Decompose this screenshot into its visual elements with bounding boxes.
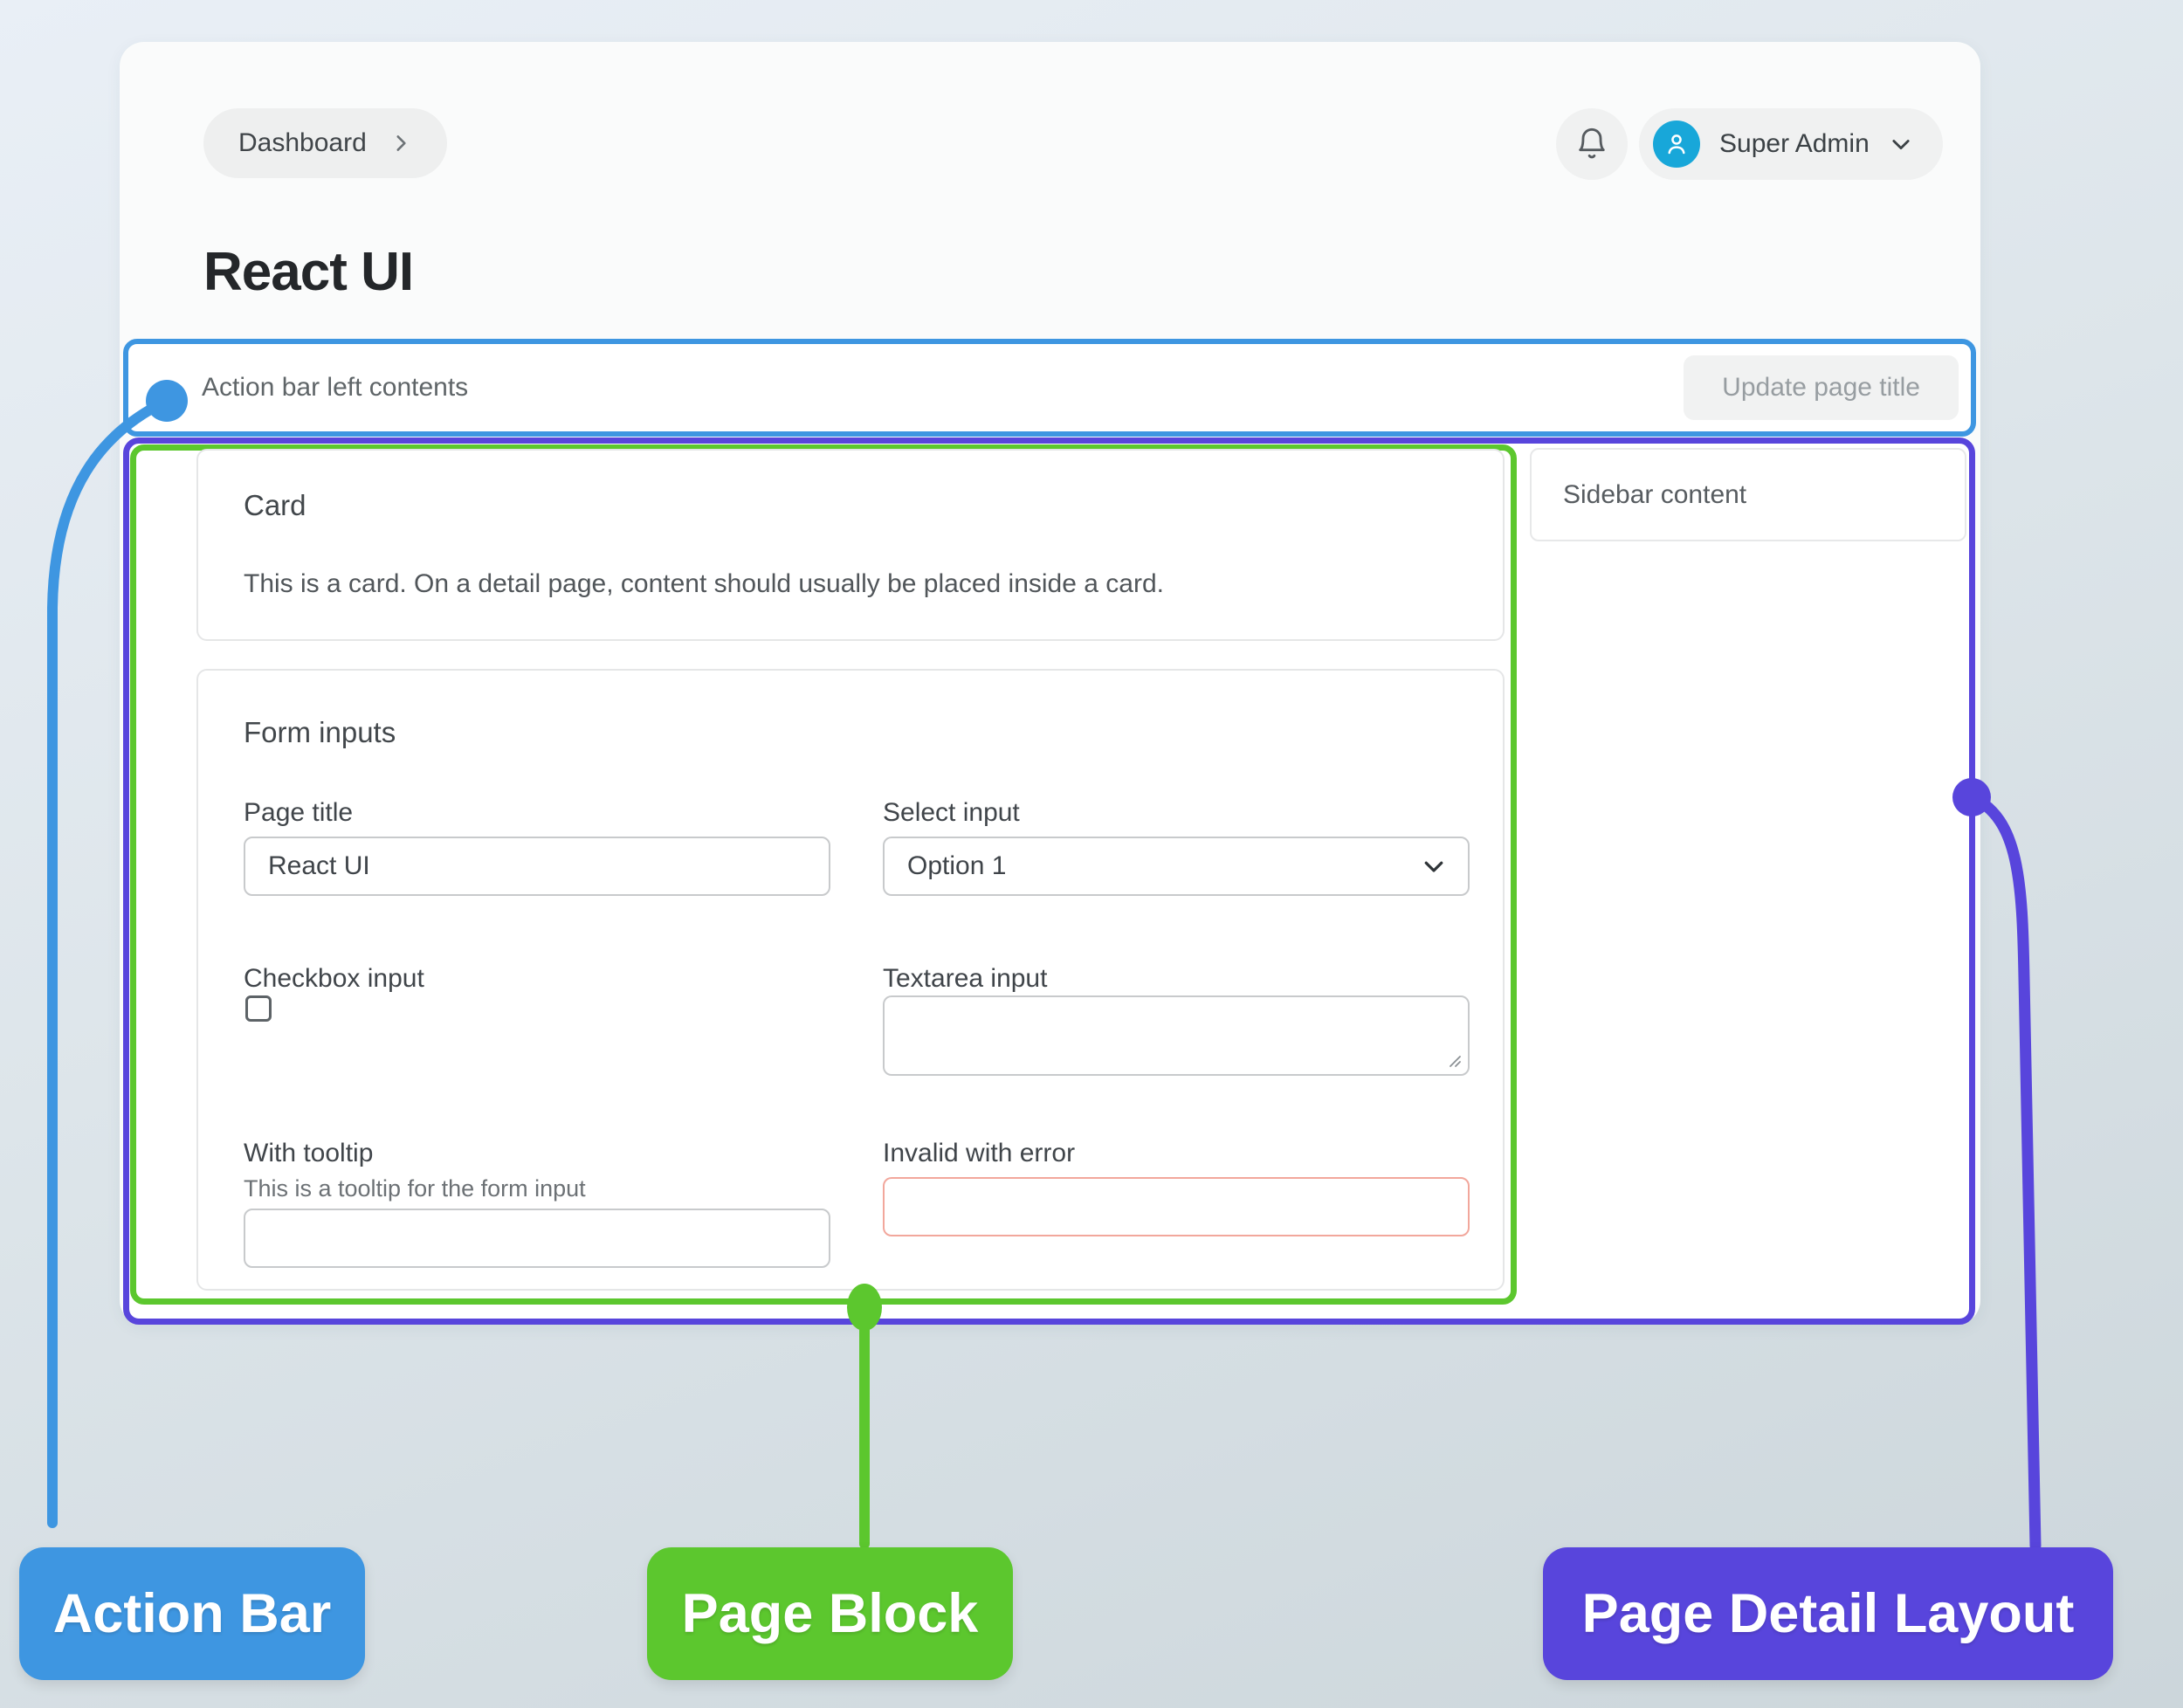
breadcrumb-item-label: Dashboard [238, 128, 367, 158]
card-title: Card [244, 489, 306, 522]
update-page-title-button[interactable]: Update page title [1684, 355, 1959, 420]
action-bar: Action bar left contents Update page tit… [123, 339, 1976, 437]
annotation-label-page-detail-layout: Page Detail Layout [1543, 1547, 2113, 1680]
card: Card This is a card. On a detail page, c… [196, 449, 1505, 641]
tooltip-field-input[interactable] [244, 1209, 830, 1268]
user-menu[interactable]: Super Admin [1639, 108, 1943, 180]
form-inputs-card: Form inputs Page title Select input Opti… [196, 669, 1505, 1291]
textarea-field-label: Textarea input [883, 964, 1047, 994]
page-title-field-label: Page title [244, 798, 353, 828]
select-input[interactable]: Option 1 [883, 837, 1470, 896]
page-detail-demo-screen: Dashboard Super Admin React UI Action ba… [0, 0, 2183, 1708]
form-card-title: Form inputs [244, 716, 396, 749]
annotation-label-page-block: Page Block [647, 1547, 1013, 1680]
sidebar-content-text: Sidebar content [1563, 480, 1746, 510]
avatar [1653, 121, 1700, 168]
user-icon [1663, 130, 1691, 158]
page-detail-connector-line [1972, 797, 2035, 1546]
action-bar-left-contents: Action bar left contents [202, 373, 468, 403]
sidebar-content-card: Sidebar content [1530, 448, 1966, 541]
chevron-down-icon [1889, 132, 1913, 156]
user-name: Super Admin [1719, 129, 1870, 159]
card-body-text: This is a card. On a detail page, conten… [244, 569, 1164, 599]
checkbox-field-label: Checkbox input [244, 964, 424, 994]
breadcrumb[interactable]: Dashboard [203, 108, 447, 178]
page-title-input[interactable] [244, 837, 830, 896]
annotation-label-action-bar: Action Bar [19, 1547, 365, 1680]
resize-handle-icon[interactable] [1443, 1050, 1463, 1069]
textarea-wrap [883, 995, 1470, 1076]
tooltip-field-label: With tooltip [244, 1139, 373, 1168]
textarea-input[interactable] [883, 995, 1470, 1076]
select-field-label: Select input [883, 798, 1020, 828]
select-value: Option 1 [907, 851, 1006, 881]
checkbox-input[interactable] [245, 995, 272, 1022]
notifications-button[interactable] [1556, 108, 1628, 180]
invalid-field-label: Invalid with error [883, 1139, 1075, 1168]
bell-icon [1574, 127, 1609, 162]
page-title: React UI [203, 241, 413, 303]
invalid-field-input[interactable] [883, 1177, 1470, 1236]
chevron-right-icon [389, 132, 412, 155]
tooltip-text: This is a tooltip for the form input [244, 1175, 586, 1202]
chevron-down-icon [1421, 853, 1447, 879]
